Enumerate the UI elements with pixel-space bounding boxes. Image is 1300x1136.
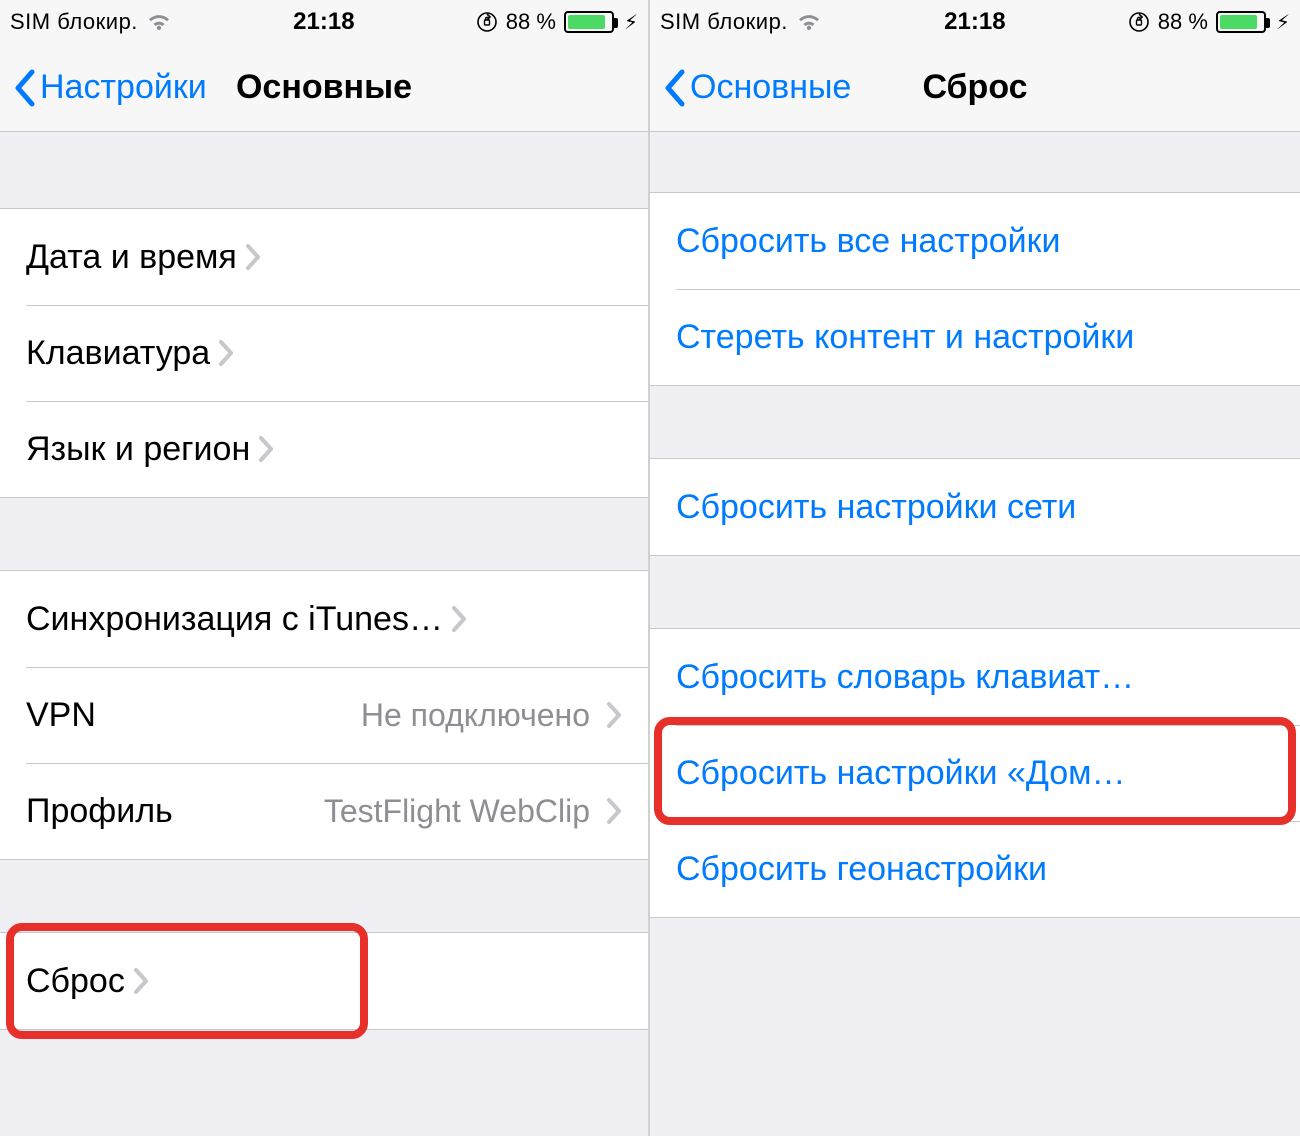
row-reset-keyboard-dictionary[interactable]: Сбросить словарь клавиат… bbox=[650, 629, 1300, 725]
sim-status: SIM блокир. bbox=[660, 9, 788, 35]
chevron-right-icon bbox=[218, 339, 234, 367]
row-reset-home-layout[interactable]: Сбросить настройки «Дом… bbox=[650, 725, 1300, 821]
chevron-right-icon bbox=[133, 967, 149, 995]
row-date-time[interactable]: Дата и время bbox=[0, 209, 648, 305]
chevron-left-icon bbox=[662, 68, 688, 108]
group-itunes-vpn-profile: Синхронизация с iTunes… VPN Не подключен… bbox=[0, 570, 648, 860]
orientation-lock-icon bbox=[1128, 11, 1150, 33]
row-vpn[interactable]: VPN Не подключено bbox=[0, 667, 648, 763]
vpn-status: Не подключено bbox=[361, 697, 598, 734]
nav-bar: Основные Сброс bbox=[650, 44, 1300, 132]
back-button[interactable]: Настройки bbox=[12, 68, 207, 108]
charging-icon: ⚡︎ bbox=[1276, 10, 1290, 35]
status-time: 21:18 bbox=[944, 8, 1005, 36]
battery-fill bbox=[568, 15, 605, 29]
row-language-region[interactable]: Язык и регион bbox=[0, 401, 648, 497]
profile-value: TestFlight WebClip bbox=[324, 793, 598, 830]
back-label: Настройки bbox=[40, 68, 207, 107]
chevron-right-icon bbox=[258, 435, 274, 463]
chevron-right-icon bbox=[245, 243, 261, 271]
status-bar: SIM блокир. 21:18 88 % ⚡︎ bbox=[0, 0, 648, 44]
status-time: 21:18 bbox=[293, 8, 354, 36]
row-erase-content[interactable]: Стереть контент и настройки bbox=[650, 289, 1300, 385]
page-title: Основные bbox=[236, 68, 412, 107]
group-reset-main: Сбросить все настройки Стереть контент и… bbox=[650, 192, 1300, 386]
group-reset-network: Сбросить настройки сети bbox=[650, 458, 1300, 556]
group-reset-other: Сбросить словарь клавиат… Сбросить настр… bbox=[650, 628, 1300, 918]
battery-percentage: 88 % bbox=[506, 9, 556, 35]
back-label: Основные bbox=[690, 68, 851, 107]
battery-icon bbox=[1216, 11, 1266, 33]
row-profile[interactable]: Профиль TestFlight WebClip bbox=[0, 763, 648, 859]
screen-general: SIM блокир. 21:18 88 % ⚡︎ Настройки Осно… bbox=[0, 0, 650, 1136]
row-reset-network[interactable]: Сбросить настройки сети bbox=[650, 459, 1300, 555]
page-title: Сброс bbox=[922, 68, 1027, 107]
group-datetime-keyboard-lang: Дата и время Клавиатура Язык и регион bbox=[0, 208, 648, 498]
chevron-right-icon bbox=[606, 797, 622, 825]
status-bar: SIM блокир. 21:18 88 % ⚡︎ bbox=[650, 0, 1300, 44]
back-button[interactable]: Основные bbox=[662, 68, 851, 108]
battery-percentage: 88 % bbox=[1158, 9, 1208, 35]
row-keyboard[interactable]: Клавиатура bbox=[0, 305, 648, 401]
battery-fill bbox=[1220, 15, 1257, 29]
nav-bar: Настройки Основные bbox=[0, 44, 648, 132]
screen-reset: SIM блокир. 21:18 88 % ⚡︎ Основные Сброс bbox=[650, 0, 1300, 1136]
row-reset-all-settings[interactable]: Сбросить все настройки bbox=[650, 193, 1300, 289]
orientation-lock-icon bbox=[476, 11, 498, 33]
row-reset[interactable]: Сброс bbox=[0, 933, 648, 1029]
battery-icon bbox=[564, 11, 614, 33]
chevron-right-icon bbox=[451, 605, 467, 633]
sim-status: SIM блокир. bbox=[10, 9, 138, 35]
chevron-left-icon bbox=[12, 68, 38, 108]
chevron-right-icon bbox=[606, 701, 622, 729]
wifi-icon bbox=[796, 12, 822, 32]
row-reset-location[interactable]: Сбросить геонастройки bbox=[650, 821, 1300, 917]
group-reset: Сброс bbox=[0, 932, 648, 1030]
wifi-icon bbox=[146, 12, 172, 32]
charging-icon: ⚡︎ bbox=[624, 10, 638, 35]
row-itunes-sync[interactable]: Синхронизация с iTunes… bbox=[0, 571, 648, 667]
